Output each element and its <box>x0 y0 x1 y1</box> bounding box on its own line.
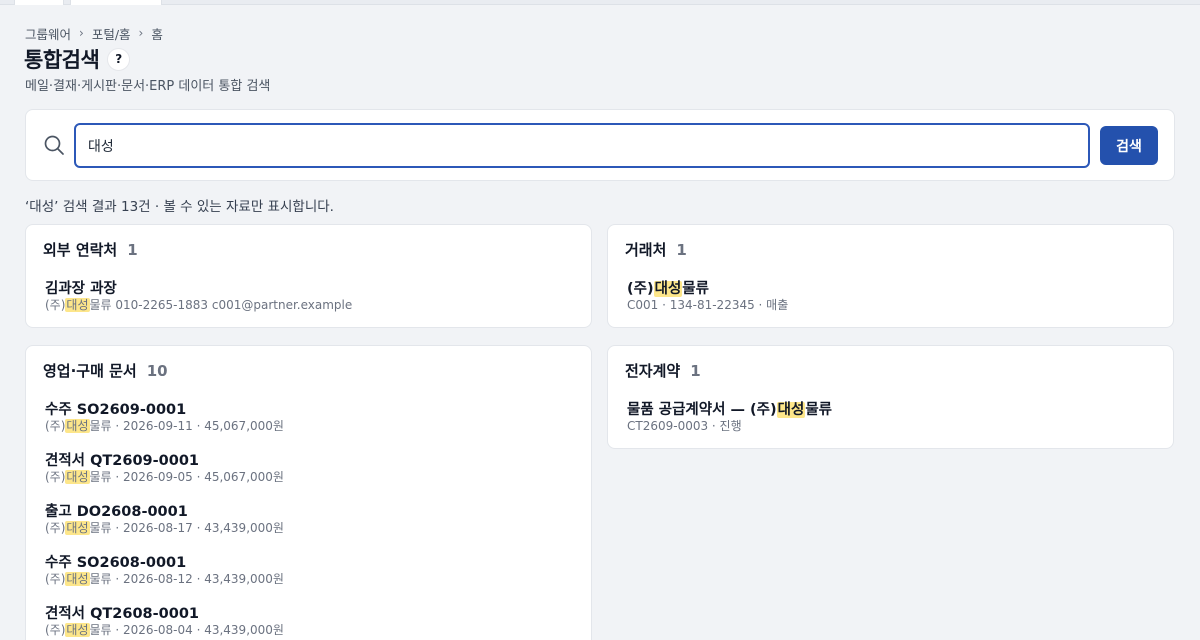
item-title: 수주 SO2609-0001 <box>45 402 187 418</box>
item-title: 견적서 QT2609-0001 <box>45 453 200 469</box>
section-count: 1 <box>690 362 701 380</box>
section-header: 외부 연락처 1 <box>43 239 138 260</box>
search-highlight: 대성 <box>65 470 90 484</box>
chevron-right-icon: › <box>79 26 84 40</box>
item-title: 물품 공급계약서 — (주)대성물류 <box>627 402 832 418</box>
item-title: 수주 SO2608-0001 <box>45 555 187 571</box>
item-title: 견적서 QT2608-0001 <box>45 606 200 622</box>
item-subtitle: (주)대성물류 · 2026-08-04 · 43,439,000원 <box>45 623 284 637</box>
list-item[interactable]: 견적서 QT2609-0001 (주)대성물류 · 2026-09-05 · 4… <box>45 449 284 485</box>
section-documents: 영업·구매 문서 10 수주 SO2609-0001 (주)대성물류 · 202… <box>25 345 592 640</box>
search-highlight: 대성 <box>65 521 90 535</box>
item-subtitle: (주)대성물류 010-2265-1883 c001@partner.examp… <box>45 298 353 312</box>
item-subtitle: (주)대성물류 · 2026-09-05 · 45,067,000원 <box>45 470 284 484</box>
list-item[interactable]: 수주 SO2608-0001 (주)대성물류 · 2026-08-12 · 43… <box>45 551 284 587</box>
section-title: 거래처 <box>625 241 667 259</box>
list-item[interactable]: 견적서 QT2608-0001 (주)대성물류 · 2026-08-04 · 4… <box>45 602 284 638</box>
list-item[interactable]: 김과장 과장 (주)대성물류 010-2265-1883 c001@partne… <box>45 277 352 313</box>
section-title: 영업·구매 문서 <box>43 362 137 380</box>
list-item[interactable]: 물품 공급계약서 — (주)대성물류 CT2609-0003 · 진행 <box>627 398 832 434</box>
item-subtitle: (주)대성물류 · 2026-08-17 · 43,439,000원 <box>45 521 284 535</box>
list-item[interactable]: (주)대성물류 C001 · 134-81-22345 · 매출 <box>627 277 788 313</box>
section-count: 10 <box>146 362 168 380</box>
result-summary: ‘대성’ 검색 결과 13건 · 볼 수 있는 자료만 표시합니다. <box>25 199 334 215</box>
page-title: 통합검색 <box>24 48 100 72</box>
section-header: 거래처 1 <box>625 239 687 260</box>
search-input[interactable] <box>74 123 1090 168</box>
section-header: 전자계약 1 <box>625 360 701 381</box>
list-item[interactable]: 수주 SO2609-0001 (주)대성물류 · 2026-09-11 · 45… <box>45 398 284 434</box>
list-item[interactable]: 출고 DO2608-0001 (주)대성물류 · 2026-08-17 · 43… <box>45 500 284 536</box>
search-button[interactable]: 검색 <box>1100 126 1158 165</box>
search-icon <box>44 135 64 155</box>
section-count: 1 <box>676 241 687 259</box>
search-highlight: 대성 <box>653 281 683 297</box>
section-title: 전자계약 <box>625 362 681 380</box>
section-clients: 거래처 1 (주)대성물류 C001 · 134-81-22345 · 매출 <box>607 224 1174 328</box>
item-subtitle: CT2609-0003 · 진행 <box>627 419 742 433</box>
top-tab-bar <box>0 0 1200 5</box>
search-highlight: 대성 <box>65 419 90 433</box>
search-highlight: 대성 <box>65 572 90 586</box>
title-row: 통합검색 ? <box>24 44 131 74</box>
search-highlight: 대성 <box>776 402 806 418</box>
item-subtitle: C001 · 134-81-22345 · 매출 <box>627 298 789 312</box>
search-panel: 검색 <box>25 109 1175 181</box>
breadcrumb-item-groupware[interactable]: 그룹웨어 <box>25 24 71 43</box>
breadcrumb-item-home[interactable]: 홈 <box>151 24 163 43</box>
tab-stub[interactable] <box>14 0 64 5</box>
help-button[interactable]: ? <box>107 47 131 71</box>
search-highlight: 대성 <box>65 298 90 312</box>
tab-stub[interactable] <box>70 0 162 5</box>
search-highlight: 대성 <box>65 623 90 637</box>
item-subtitle: (주)대성물류 · 2026-09-11 · 45,067,000원 <box>45 419 284 433</box>
item-subtitle: (주)대성물류 · 2026-08-12 · 43,439,000원 <box>45 572 284 586</box>
item-title: 김과장 과장 <box>45 281 117 297</box>
page-subtitle: 메일·결재·게시판·문서·ERP 데이터 통합 검색 <box>25 79 271 94</box>
item-title: (주)대성물류 <box>627 281 709 297</box>
section-contacts: 외부 연락처 1 김과장 과장 (주)대성물류 010-2265-1883 c0… <box>25 224 592 328</box>
section-contracts: 전자계약 1 물품 공급계약서 — (주)대성물류 CT2609-0003 · … <box>607 345 1174 449</box>
section-header: 영업·구매 문서 10 <box>43 360 168 381</box>
section-title: 외부 연락처 <box>43 241 118 259</box>
breadcrumb: 그룹웨어 › 포털/홈 › 홈 <box>25 24 163 43</box>
item-title: 출고 DO2608-0001 <box>45 504 188 520</box>
section-count: 1 <box>127 241 138 259</box>
chevron-right-icon: › <box>138 26 144 40</box>
breadcrumb-item-portal[interactable]: 포털/홈 <box>92 24 131 43</box>
